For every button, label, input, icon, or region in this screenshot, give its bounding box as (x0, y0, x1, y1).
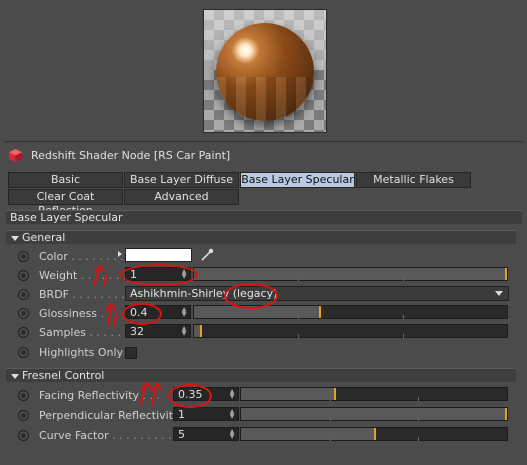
divider (4, 141, 523, 142)
slider-tick (418, 397, 419, 401)
slider-fill (194, 268, 505, 280)
tab-base-layer-diffuse[interactable]: Base Layer Diffuse (124, 172, 239, 188)
perpendicular-reflectivity-slider[interactable] (240, 407, 508, 421)
animate-radio[interactable] (18, 390, 29, 401)
perpendicular-reflectivity-value: 1 (178, 408, 185, 421)
spinner-icon[interactable]: ▲ ▼ (181, 326, 187, 337)
annotation-circle-legacy (224, 283, 278, 309)
weight-row: Weight . . . . . . . 1 ▲ ▼ (0, 266, 527, 285)
curve-factor-value: 5 (178, 428, 185, 441)
animate-radio[interactable] (18, 251, 29, 262)
weight-label: Weight (39, 269, 78, 282)
collapse-triangle-icon (11, 373, 19, 379)
fresnel-group-label: Fresnel Control (22, 369, 105, 382)
curve-factor-row: Curve Factor . . . . . . . . . . . 5 ▲ ▼ (0, 426, 527, 445)
slider-tick (403, 315, 404, 319)
tab-advanced[interactable]: Advanced (124, 189, 239, 205)
chevron-down-icon (495, 291, 503, 296)
samples-label: Samples (39, 326, 86, 339)
tab-metallic-flakes[interactable]: Metallic Flakes (356, 172, 471, 188)
highlights-only-row: Highlights Only (0, 343, 527, 362)
samples-slider[interactable] (193, 324, 508, 338)
animate-radio[interactable] (18, 347, 29, 358)
animate-radio[interactable] (18, 270, 29, 281)
animate-radio[interactable] (18, 308, 29, 319)
brdf-dropdown[interactable]: Ashikhmin-Shirley (legacy) (125, 286, 509, 301)
slider-knob[interactable] (505, 408, 507, 420)
slider-tick (418, 437, 419, 441)
eyedropper-icon[interactable] (200, 248, 214, 262)
slider-tick (330, 417, 331, 421)
annotation-arrow-icon (104, 302, 118, 326)
animate-radio[interactable] (18, 430, 29, 441)
samples-row: Samples . . . . . . . 32 ▲ ▼ (0, 323, 527, 342)
slider-knob[interactable] (374, 428, 376, 440)
tab-clear-coat-reflection[interactable]: Clear Coat Reflection (8, 189, 123, 217)
annotation-circle-glossiness (122, 303, 162, 325)
slider-tick (298, 334, 299, 338)
spinner-icon[interactable]: ▲ ▼ (181, 307, 187, 318)
node-title: Redshift Shader Node [RS Car Paint] (31, 149, 231, 162)
perpendicular-reflectivity-row: Perpendicular Reflectivity 1 ▲ ▼ (0, 406, 527, 425)
fresnel-group-header[interactable]: Fresnel Control (6, 368, 516, 382)
slider-tick (418, 417, 419, 421)
panel-title: Base Layer Specular (6, 210, 522, 224)
slider-fill (241, 388, 334, 400)
slider-knob[interactable] (505, 268, 507, 280)
animate-radio[interactable] (18, 410, 29, 421)
animate-radio[interactable] (18, 327, 29, 338)
curve-factor-slider[interactable] (240, 427, 508, 441)
annotation-circle-weight (120, 264, 198, 286)
spinner-icon[interactable]: ▲ ▼ (229, 429, 235, 440)
preview-sphere (216, 23, 314, 121)
perpendicular-reflectivity-input[interactable]: 1 ▲ ▼ (173, 407, 239, 421)
perpendicular-reflectivity-label: Perpendicular Reflectivity (39, 409, 180, 422)
facing-reflectivity-label: Facing Reflectivity (39, 389, 140, 402)
slider-knob[interactable] (334, 388, 336, 400)
color-label: Color (39, 250, 68, 263)
curve-factor-label: Curve Factor (39, 429, 109, 442)
general-group-header[interactable]: General (6, 230, 516, 244)
node-header: Redshift Shader Node [RS Car Paint] (0, 146, 527, 166)
spinner-icon[interactable]: ▲ ▼ (229, 409, 235, 420)
slider-tick (298, 277, 299, 281)
highlights-only-checkbox[interactable] (125, 347, 137, 359)
spinner-icon[interactable]: ▲ ▼ (229, 389, 235, 400)
redshift-cube-icon (8, 148, 23, 163)
curve-factor-input[interactable]: 5 ▲ ▼ (173, 427, 239, 441)
slider-tick (403, 334, 404, 338)
weight-slider[interactable] (193, 267, 508, 281)
slider-fill (241, 428, 374, 440)
samples-value: 32 (130, 325, 144, 338)
slider-fill (241, 408, 505, 420)
samples-input[interactable]: 32 ▲ ▼ (125, 324, 191, 338)
slider-knob[interactable] (319, 306, 321, 318)
glossiness-label: Glossiness (39, 307, 98, 320)
material-preview[interactable] (203, 9, 327, 133)
annotation-arrow-icon (139, 381, 163, 406)
general-group-label: General (22, 231, 66, 244)
facing-reflectivity-slider[interactable] (240, 387, 508, 401)
slider-tick (330, 437, 331, 441)
slider-knob[interactable] (200, 325, 202, 337)
slider-tick (403, 277, 404, 281)
facing-reflectivity-row: Facing Reflectivity . . . 0.35 ▲ ▼ (0, 386, 527, 405)
tab-basic[interactable]: Basic (8, 172, 123, 188)
slider-tick (298, 315, 299, 319)
slider-tick (330, 397, 331, 401)
color-expand-triangle-icon[interactable] (118, 251, 122, 257)
color-swatch[interactable] (125, 248, 192, 262)
collapse-triangle-icon (11, 235, 19, 241)
annotation-circle-facing (168, 384, 212, 408)
brdf-label: BRDF (39, 288, 69, 301)
annotation-arrow-icon (93, 264, 108, 286)
highlights-only-label: Highlights Only (39, 346, 124, 359)
tab-base-layer-specular[interactable]: Base Layer Specular (240, 172, 355, 188)
animate-radio[interactable] (18, 289, 29, 300)
material-preview-area (0, 0, 527, 140)
color-row: Color . . . . . . . . (0, 247, 527, 266)
